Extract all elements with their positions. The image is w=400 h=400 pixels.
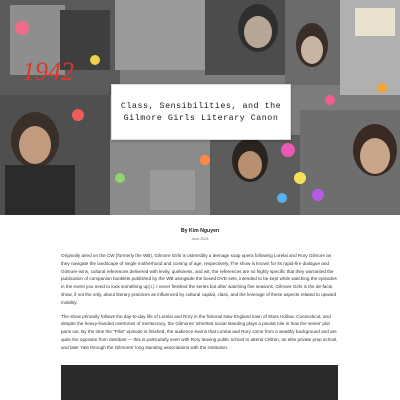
paragraph: The show primarily follows the day-to-da… (61, 313, 340, 352)
svg-text:1942: 1942 (22, 57, 74, 86)
paragraph: Originally aired on the CW (formerly the… (61, 252, 340, 307)
title-card: Class, Sensibilities, and the Gilmore Gi… (111, 84, 291, 140)
article-title: Class, Sensibilities, and the Gilmore Gi… (120, 101, 282, 123)
author-byline: By Kim Nguyen (180, 228, 220, 234)
hero-collage: 1942 Class, Sensibilities, and the Gilmo… (0, 0, 400, 215)
embedded-media-block[interactable] (61, 365, 338, 400)
publish-date: June 2023 (191, 237, 209, 241)
article-body: Originally aired on the CW (formerly the… (61, 252, 340, 358)
paragraph-text: The show primarily follows the day-to-da… (61, 313, 338, 350)
